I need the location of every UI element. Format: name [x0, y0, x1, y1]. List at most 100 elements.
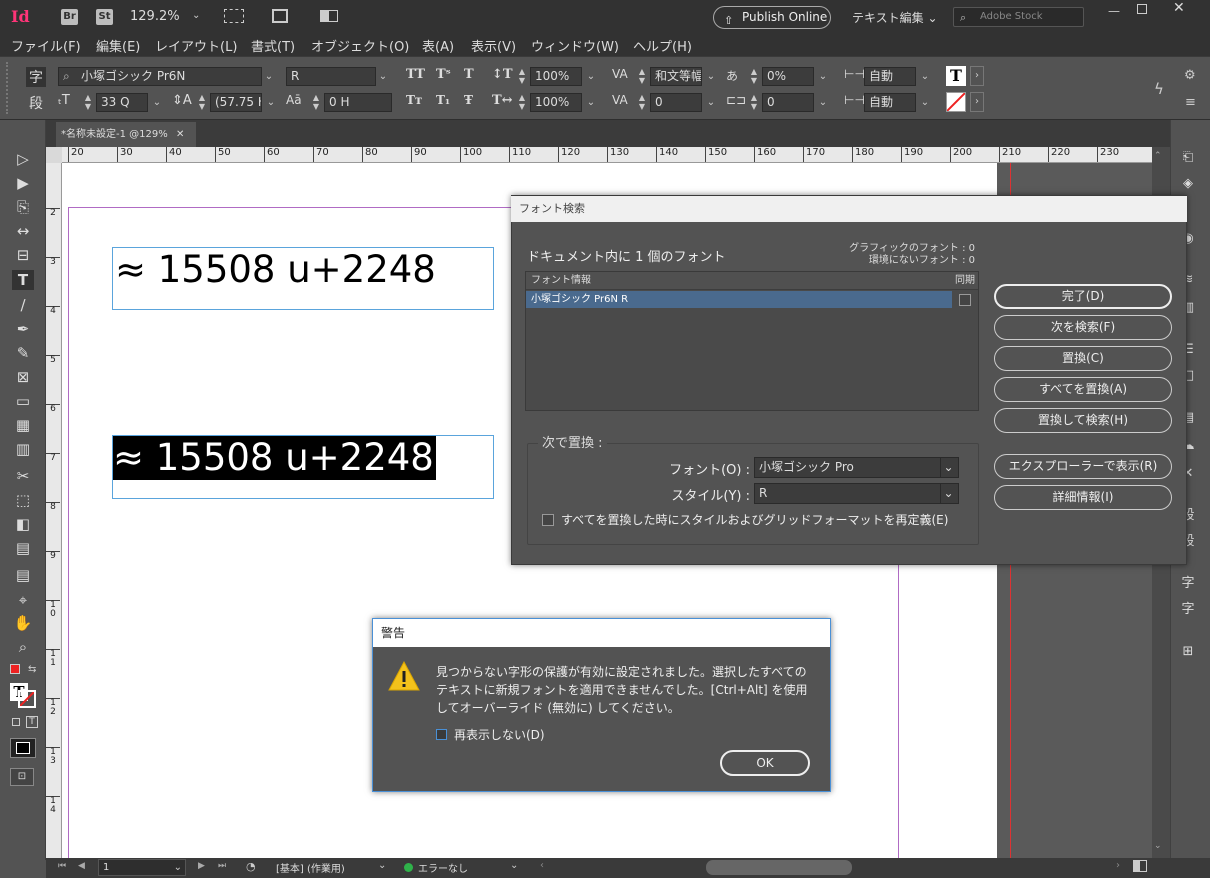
replace-font-select[interactable]: 小塚ゴシック Pro ⌄	[754, 457, 959, 478]
minimize-button[interactable]: —	[1108, 4, 1120, 18]
apply-color-icon[interactable]	[10, 738, 36, 758]
master-page-indicator[interactable]: [基本] (作業用)	[276, 860, 345, 875]
chevron-down-icon[interactable]: ⌄	[918, 93, 932, 112]
menu-edit[interactable]: 編集(E)	[96, 36, 140, 55]
tsume-spinner[interactable]: ▲ ▼	[748, 67, 760, 86]
gap-tool-icon[interactable]: ↔	[12, 221, 34, 241]
horizontal-scale-field[interactable]: 100%	[530, 93, 582, 112]
chevron-down-icon[interactable]: ⌄	[262, 67, 276, 86]
kern-value-spinner[interactable]: ▲ ▼	[636, 93, 648, 112]
last-page-icon[interactable]: ⏭	[218, 861, 226, 871]
screen-mode-icon[interactable]	[272, 9, 288, 23]
font-size-spinner[interactable]: ▲ ▼	[82, 93, 94, 112]
leading-field[interactable]: (57.75 H	[210, 93, 262, 112]
type-tool-icon[interactable]: T	[12, 270, 34, 290]
close-button[interactable]: ✕	[1173, 0, 1185, 16]
ruler-origin[interactable]	[46, 147, 62, 163]
more-info-button[interactable]: 詳細情報(I)	[994, 485, 1172, 510]
horizontal-scrollbar-thumb[interactable]	[706, 860, 852, 875]
rectangle-frame-tool-icon[interactable]: ⊠	[12, 367, 34, 387]
menu-help[interactable]: ヘルプ(H)	[633, 36, 692, 55]
pen-tool-icon[interactable]: ✒	[12, 319, 34, 339]
character-mode-button[interactable]: 字	[26, 67, 46, 87]
kerning-field[interactable]: 和文等幅	[650, 67, 702, 86]
redefine-label[interactable]: すべてを置換した時にスタイルおよびグリッドフォーマットを再定義(E)	[561, 511, 948, 528]
zoom-tool-icon[interactable]: ⌕	[12, 637, 34, 657]
leading-spinner[interactable]: ▲ ▼	[196, 93, 208, 112]
menu-layout[interactable]: レイアウト(L)	[155, 36, 237, 55]
scroll-right-icon[interactable]: ›	[1116, 860, 1120, 871]
menu-window[interactable]: ウィンドウ(W)	[531, 36, 619, 55]
swap-colors-icon[interactable]: ⇆	[28, 664, 36, 675]
pencil-tool-icon[interactable]: ✎	[12, 343, 34, 363]
panel-grip[interactable]	[6, 62, 8, 114]
change-all-button[interactable]: すべてを置換(A)	[994, 377, 1172, 402]
vertical-grid-tool-icon[interactable]: ▥	[12, 439, 34, 459]
panel-menu-icon[interactable]: ≡	[1185, 95, 1196, 110]
vertical-scale-spinner[interactable]: ▲ ▼	[516, 67, 528, 86]
bridge-button[interactable]: Br	[61, 9, 78, 25]
chevron-down-icon[interactable]: ⌄	[264, 93, 278, 112]
zoom-chevron-icon[interactable]: ⌄	[192, 10, 200, 21]
close-icon[interactable]: ✕	[176, 122, 184, 147]
font-list-row[interactable]: 小塚ゴシック Pr6N R	[526, 291, 952, 308]
find-next-button[interactable]: 次を検索(F)	[994, 315, 1172, 340]
scissors-tool-icon[interactable]: ✂	[12, 466, 34, 486]
formatting-container-icon[interactable]	[12, 718, 20, 726]
document-tab[interactable]: *名称未設定-1 @129% ✕	[56, 122, 196, 147]
done-button[interactable]: 完了(D)	[994, 284, 1172, 309]
change-find-button[interactable]: 置換して検索(H)	[994, 408, 1172, 433]
font-family-field[interactable]: ⌕ 小塚ゴシック Pr6N	[58, 67, 262, 86]
screen-mode-icon[interactable]: ⊡	[10, 768, 34, 786]
text-stroke-swatch[interactable]	[946, 92, 966, 112]
dont-show-label[interactable]: 再表示しない(D)	[454, 726, 545, 743]
formatting-text-icon[interactable]: T	[26, 716, 38, 728]
chevron-down-icon[interactable]: ⌄	[150, 93, 164, 112]
preflight-status[interactable]: エラーなし	[418, 860, 468, 875]
direct-selection-tool-icon[interactable]: ▶	[12, 173, 34, 193]
chevron-down-icon[interactable]: ⌄	[918, 67, 932, 86]
text-frame-1-content[interactable]: ≈ 15508 u+2248	[115, 248, 436, 292]
menu-file[interactable]: ファイル(F)	[11, 36, 81, 55]
view-options-icon[interactable]	[224, 9, 244, 23]
menu-view[interactable]: 表示(V)	[471, 36, 516, 55]
chevron-down-icon[interactable]: ⌄	[378, 860, 386, 871]
adobe-stock-search[interactable]: ⌕ Adobe Stock	[953, 7, 1084, 27]
stroke-swatch-icon[interactable]	[18, 690, 36, 708]
arrange-documents-icon[interactable]	[320, 10, 338, 22]
change-button[interactable]: 置換(C)	[994, 346, 1172, 371]
pages-panel-icon[interactable]: ⎗	[1176, 148, 1200, 168]
reveal-in-explorer-button[interactable]: エクスプローラーで表示(R)	[994, 454, 1172, 479]
sync-checkbox[interactable]	[959, 294, 971, 306]
publish-online-button[interactable]: ⇧ Publish Online	[713, 6, 831, 29]
chevron-down-icon[interactable]: ⌄	[704, 67, 718, 86]
text-frame-2[interactable]: ≈ 15508 u+2248	[112, 435, 494, 499]
free-transform-tool-icon[interactable]: ⬚	[12, 490, 34, 510]
vertical-ruler[interactable]: 2 3 4 5 6 7 8 9 1 0 1 1 1 2 1 3 1 4	[46, 163, 62, 858]
horizontal-grid-tool-icon[interactable]: ▦	[12, 415, 34, 435]
font-style-field[interactable]: R	[286, 67, 376, 86]
dont-show-checkbox[interactable]	[436, 729, 447, 740]
character-panel-icon[interactable]: 字	[1176, 574, 1200, 594]
strikethrough-icon[interactable]: Ŧ	[464, 93, 473, 107]
tsume-field[interactable]: 0%	[762, 67, 814, 86]
aki-spinner[interactable]: ▲ ▼	[748, 93, 760, 112]
text-frame-1[interactable]: ≈ 15508 u+2248	[112, 247, 494, 310]
tracking-spinner[interactable]: ▲ ▼	[310, 93, 322, 112]
next-page-icon[interactable]: ▶	[198, 861, 205, 871]
workspace-switcher[interactable]: テキスト編集 ⌄	[852, 9, 938, 26]
tracking-field[interactable]: 0 H	[324, 93, 392, 112]
stock-button[interactable]: St	[96, 9, 113, 25]
mojikumi-after-field[interactable]: 自動	[864, 93, 916, 112]
split-layout-icon[interactable]	[1133, 860, 1147, 872]
zoom-level[interactable]: 129.2%	[130, 9, 180, 24]
chevron-right-icon[interactable]: ›	[970, 66, 984, 86]
page-number-field[interactable]: 1 ⌄	[98, 859, 186, 876]
character-styles-icon[interactable]: 字	[1176, 600, 1200, 620]
open-page-icon[interactable]: ◔	[246, 860, 256, 873]
table-panel-icon[interactable]: ⊞	[1176, 642, 1200, 662]
chevron-down-icon[interactable]: ⌄	[704, 93, 718, 112]
text-frame-2-selected-content[interactable]: ≈ 15508 u+2248	[113, 436, 436, 480]
underline-icon[interactable]: T	[464, 67, 474, 82]
small-caps-icon[interactable]: Tт	[406, 93, 422, 107]
